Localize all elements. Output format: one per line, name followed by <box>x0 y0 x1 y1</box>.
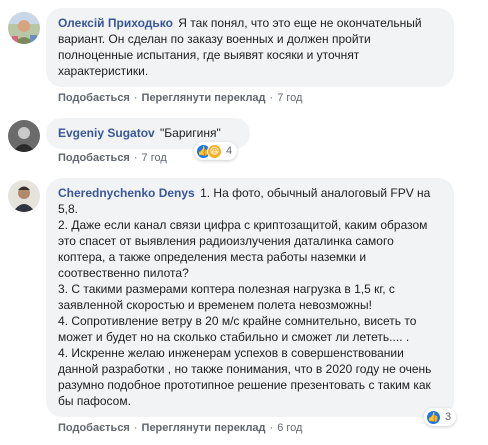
timestamp[interactable]: 7 год <box>142 152 167 164</box>
comment-bubble: Олексій Приходько Я так понял, что это е… <box>46 8 454 87</box>
comment-actions: Подобається · Переглянути переклад · 6 год <box>58 422 302 434</box>
reactions-badge[interactable]: 👍 3 <box>424 408 457 426</box>
like-link[interactable]: Подобається <box>58 92 130 104</box>
avatar-image <box>8 120 40 152</box>
comment-line: 3. С такими размерами коптера полезная н… <box>58 282 395 312</box>
comment-line: Cherednychenko Denys 1. На фото, обычный… <box>58 185 442 217</box>
comment-text: "Баригиня" <box>160 126 221 140</box>
comment-author[interactable]: Evgeniy Sugatov <box>58 126 155 140</box>
timestamp[interactable]: 7 год <box>277 92 302 104</box>
comment-author[interactable]: Cherednychenko Denys <box>58 186 195 200</box>
separator: · <box>133 152 138 164</box>
reaction-count: 4 <box>226 145 233 157</box>
comment-actions: Подобається · Переглянути переклад · 7 год <box>58 92 302 104</box>
comment-bubble: Cherednychenko Denys 1. На фото, обычный… <box>46 178 454 417</box>
comment-author[interactable]: Олексій Приходько <box>58 16 173 30</box>
reaction-count: 3 <box>445 411 452 423</box>
separator: · <box>133 422 138 434</box>
like-link[interactable]: Подобається <box>58 152 130 164</box>
see-translation-link[interactable]: Переглянути переклад <box>142 92 266 104</box>
avatar[interactable] <box>8 12 40 44</box>
comment-line: 2. Даже если канал связи цифра с криптоз… <box>58 218 428 280</box>
separator: · <box>269 92 274 104</box>
separator: · <box>133 92 138 104</box>
avatar[interactable] <box>8 180 40 212</box>
comment-actions: Подобається · 7 год <box>58 152 167 164</box>
comment-line: 4. Искренне желаю инженерам успехов в со… <box>58 346 432 408</box>
avatar-image <box>8 12 40 44</box>
avatar-image <box>8 180 40 212</box>
haha-reaction-icon: 😆 <box>207 143 222 159</box>
reactions-badge[interactable]: 👍 😆 4 <box>194 142 238 160</box>
avatar[interactable] <box>8 120 40 152</box>
like-reaction-icon: 👍 <box>426 409 441 425</box>
see-translation-link[interactable]: Переглянути переклад <box>142 422 266 434</box>
comment-line: 4. Сопротивление ветру в 20 м/с крайне с… <box>58 314 417 344</box>
like-link[interactable]: Подобається <box>58 422 130 434</box>
timestamp[interactable]: 6 год <box>277 422 302 434</box>
separator: · <box>269 422 274 434</box>
